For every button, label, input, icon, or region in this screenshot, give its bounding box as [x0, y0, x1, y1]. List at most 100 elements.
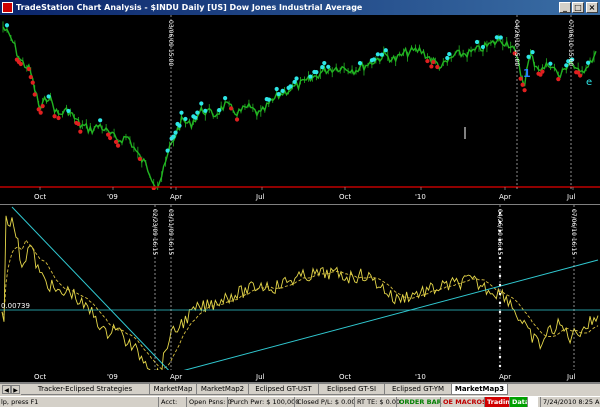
event-vline-label: 02/23/09 16:15 — [151, 209, 158, 255]
top-x-axis-label: Oct — [34, 193, 46, 201]
marker-dot — [498, 229, 502, 233]
up-signal-dot — [276, 91, 281, 97]
down-signal-dot — [522, 88, 527, 93]
down-signal-dot — [18, 61, 23, 67]
up-signal-dot — [320, 64, 325, 70]
down-signal-dot — [28, 74, 33, 80]
tab-eclipsed-gt-si[interactable]: Eclipsed GT-SI — [319, 384, 385, 395]
level-label: 0.00739 — [1, 302, 30, 310]
price-panel[interactable] — [0, 15, 600, 190]
up-signal-dot — [177, 123, 182, 128]
up-signal-dot — [173, 130, 178, 135]
maximize-button[interactable]: □ — [572, 2, 584, 13]
marker-dot — [498, 355, 502, 359]
down-signal-dot — [76, 121, 81, 126]
down-signal-dot — [228, 106, 234, 111]
marker-dot — [498, 328, 502, 332]
down-signal-dot — [56, 115, 61, 121]
up-signal-dot — [66, 108, 71, 114]
status-help: lp, press F1 — [1, 398, 39, 406]
down-signal-dot — [26, 66, 31, 72]
status-blank-box — [527, 397, 538, 407]
up-signal-dot — [447, 51, 452, 57]
up-signal-dot — [288, 84, 293, 89]
bottom-x-axis-label: '09 — [107, 373, 118, 381]
top-x-axis-label: Apr — [499, 193, 511, 201]
down-signal-dot — [435, 64, 440, 70]
up-signal-dot — [548, 61, 553, 66]
marker-dot — [498, 211, 502, 215]
bottom-x-axis-label: Jul — [255, 373, 265, 381]
down-signal-dot — [520, 82, 525, 87]
down-signal-dot — [30, 80, 35, 85]
tab-marketmap[interactable]: MarketMap — [150, 384, 197, 395]
top-x-axis-label: Jul — [255, 193, 265, 201]
down-signal-dot — [40, 103, 45, 109]
marker-dot — [498, 310, 502, 314]
down-signal-dot — [38, 110, 43, 115]
up-signal-dot — [530, 50, 535, 55]
event-vline-label: 07/06/10 15:00 — [567, 20, 574, 66]
up-signal-dot — [308, 74, 313, 79]
up-signal-dot — [383, 48, 388, 53]
up-signal-dot — [371, 57, 376, 62]
event-vline-label: 03/11/09 16:15 — [167, 209, 174, 255]
tab-marketmap3[interactable]: MarketMap3 — [452, 384, 508, 395]
bottom-x-axis-label: Oct — [339, 373, 351, 381]
up-signal-dot — [171, 134, 176, 139]
up-signal-dot — [379, 52, 384, 57]
chart-area[interactable]: 03/06/09 15:00 04/26/10 15:00 07/06/10 15:… — [0, 15, 600, 383]
up-signal-dot — [98, 118, 103, 123]
status-rt-te: RT TE: $ 0.00 — [354, 397, 400, 407]
status-acct: Acct: — [158, 397, 177, 407]
down-signal-dot — [107, 135, 113, 141]
marker-dot — [498, 238, 502, 242]
minimize-button[interactable]: _ — [559, 2, 571, 13]
event-vline-label: 03/06/09 15:00 — [167, 20, 174, 66]
app-icon — [2, 2, 13, 13]
top-x-axis-label: Jul — [566, 193, 576, 201]
oe-macros-indicator[interactable]: OE MACROS — [440, 397, 489, 407]
down-signal-dot — [78, 129, 83, 134]
down-signal-dot — [425, 58, 430, 64]
up-signal-dot — [266, 97, 271, 102]
tab-marketmap2[interactable]: MarketMap2 — [197, 384, 249, 395]
up-signal-dot — [199, 101, 204, 106]
annotation-end-label: e — [586, 77, 592, 88]
tab-eclipsed-gt-ym[interactable]: Eclipsed GT-YM — [385, 384, 452, 395]
up-signal-dot — [526, 54, 531, 59]
up-signal-dot — [445, 55, 450, 61]
up-signal-dot — [223, 95, 228, 101]
up-signal-dot — [480, 44, 486, 50]
down-signal-dot — [137, 156, 142, 162]
down-signal-dot — [115, 143, 121, 148]
tab-tracker-eclipsed-strategies[interactable]: Tracker-Eclipsed Strategies — [21, 384, 150, 395]
up-signal-dot — [179, 110, 184, 115]
down-signal-dot — [540, 69, 545, 74]
tab-scroll-left-icon[interactable]: ◀ — [2, 385, 11, 394]
marker-dot — [498, 292, 502, 296]
bottom-x-axis-label: Jul — [566, 373, 576, 381]
close-button[interactable]: × — [586, 2, 598, 13]
down-signal-dot — [556, 77, 561, 82]
down-signal-dot — [234, 117, 240, 122]
top-x-axis-label: Apr — [170, 193, 182, 201]
tab-scroll-right-icon[interactable]: ▶ — [11, 385, 20, 394]
status-closed-pl: Closed P/L: $ 0.00 — [294, 397, 356, 407]
order-bar-indicator[interactable]: ORDER BAR — [396, 397, 444, 407]
tab-eclipsed-gt-ust[interactable]: Eclipsed GT-UST — [249, 384, 319, 395]
event-vline-label: 07/06/10 16:15 — [570, 209, 577, 255]
marker-dot — [498, 283, 502, 287]
up-signal-dot — [494, 35, 499, 40]
up-signal-dot — [314, 70, 319, 75]
up-signal-dot — [474, 39, 480, 45]
oscillator-panel[interactable] — [0, 205, 600, 382]
up-signal-dot — [165, 148, 170, 153]
down-signal-dot — [32, 92, 37, 97]
up-signal-dot — [195, 110, 200, 115]
down-signal-dot — [578, 73, 583, 78]
bottom-x-axis-label: Oct — [34, 373, 46, 381]
up-signal-dot — [193, 115, 198, 120]
up-signal-dot — [4, 23, 10, 28]
marker-dot — [498, 265, 502, 269]
